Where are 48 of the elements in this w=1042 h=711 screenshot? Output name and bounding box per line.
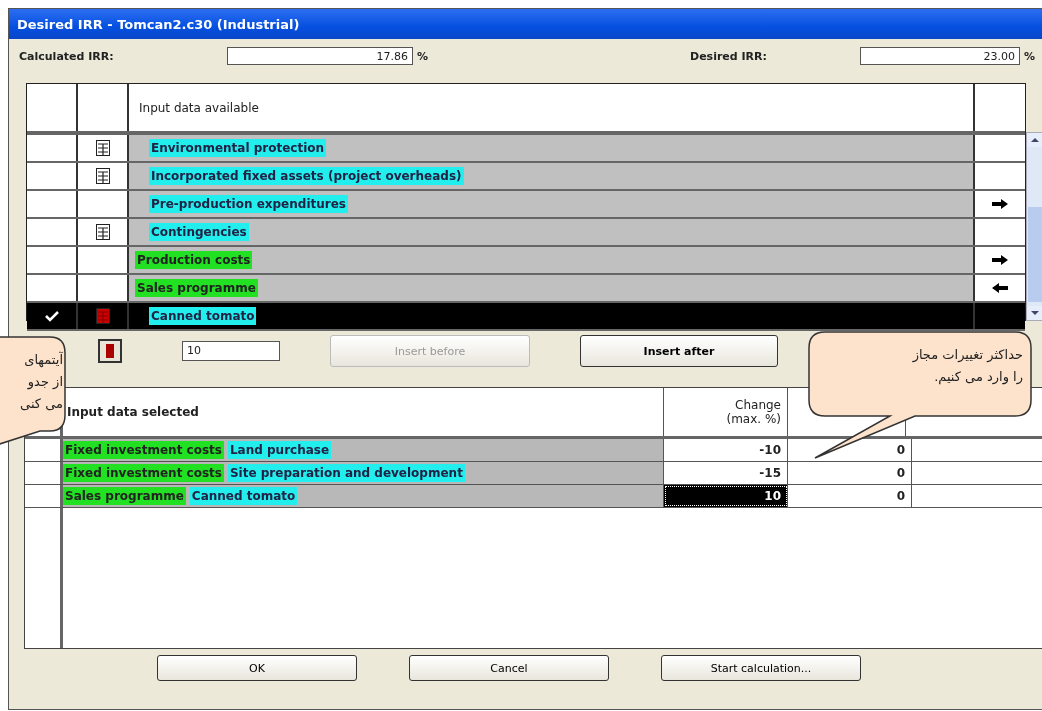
right-arrow-icon[interactable] [992,255,1008,265]
table-cell: 0 [788,462,912,484]
check-icon [44,310,59,322]
insert-after-button[interactable]: Insert after [580,335,778,367]
callout-text: از جدو [27,373,63,392]
category-label: Sales programme [63,487,186,505]
callout-text: را وارد می کنیم. [934,368,1023,387]
table-icon [95,168,110,184]
item-label: Site preparation and development [227,464,465,482]
item-label: Canned tomato [189,487,298,505]
unit-label: % [417,49,429,63]
callout-text: آیتمهای [24,350,63,370]
calculated-irr-label: Calculated IRR: [19,49,115,63]
scroll-down-icon[interactable] [1031,311,1039,315]
window-title: Desired IRR - Tomcan2.c30 (Industrial) [17,16,300,32]
row-label: Production costs [135,251,253,269]
position-field[interactable]: 10 [182,341,280,361]
table-icon [95,224,110,240]
scroll-up-icon[interactable] [1031,138,1039,142]
scrollbar[interactable] [1026,132,1042,321]
dialog-button[interactable]: Start calculation... [661,655,861,681]
row-label: Sales programme [135,279,258,297]
unit-label: % [1024,49,1036,63]
category-label: Fixed investment costs [63,464,224,482]
desired-irr-label: Desired IRR: [690,49,768,63]
row-label: Environmental protection [149,139,327,157]
desired-irr-field[interactable]: 23.00 [860,47,1021,65]
change-cell[interactable]: -15 [664,462,788,484]
row-label: Canned tomato [149,307,257,325]
table-cell: 0 [788,485,912,507]
right-arrow-icon[interactable] [992,199,1008,209]
dialog-button[interactable]: OK [157,655,357,681]
left-arrow-icon[interactable] [992,283,1008,293]
change-cell[interactable]: -10 [664,439,788,461]
row-label: Contingencies [149,223,249,241]
callout-text: حداکثر تغییرات مجاز [912,346,1023,365]
dialog-button[interactable]: Cancel [409,655,609,681]
calculated-irr-field[interactable]: 17.86 [227,47,413,65]
column-header: Input data selected [67,405,199,419]
row-label: Pre-production expenditures [149,195,348,213]
column-header: Change (max. %) [726,398,781,426]
category-label: Fixed investment costs [63,441,224,459]
row-label: Incorporated fixed assets (project overheads) [149,167,464,185]
table-icon [95,140,110,156]
column-header: Input data available [139,100,259,115]
change-cell[interactable]: 10 [664,485,788,507]
callout-text: می کنی [20,395,63,413]
item-label: Land purchase [227,441,332,459]
